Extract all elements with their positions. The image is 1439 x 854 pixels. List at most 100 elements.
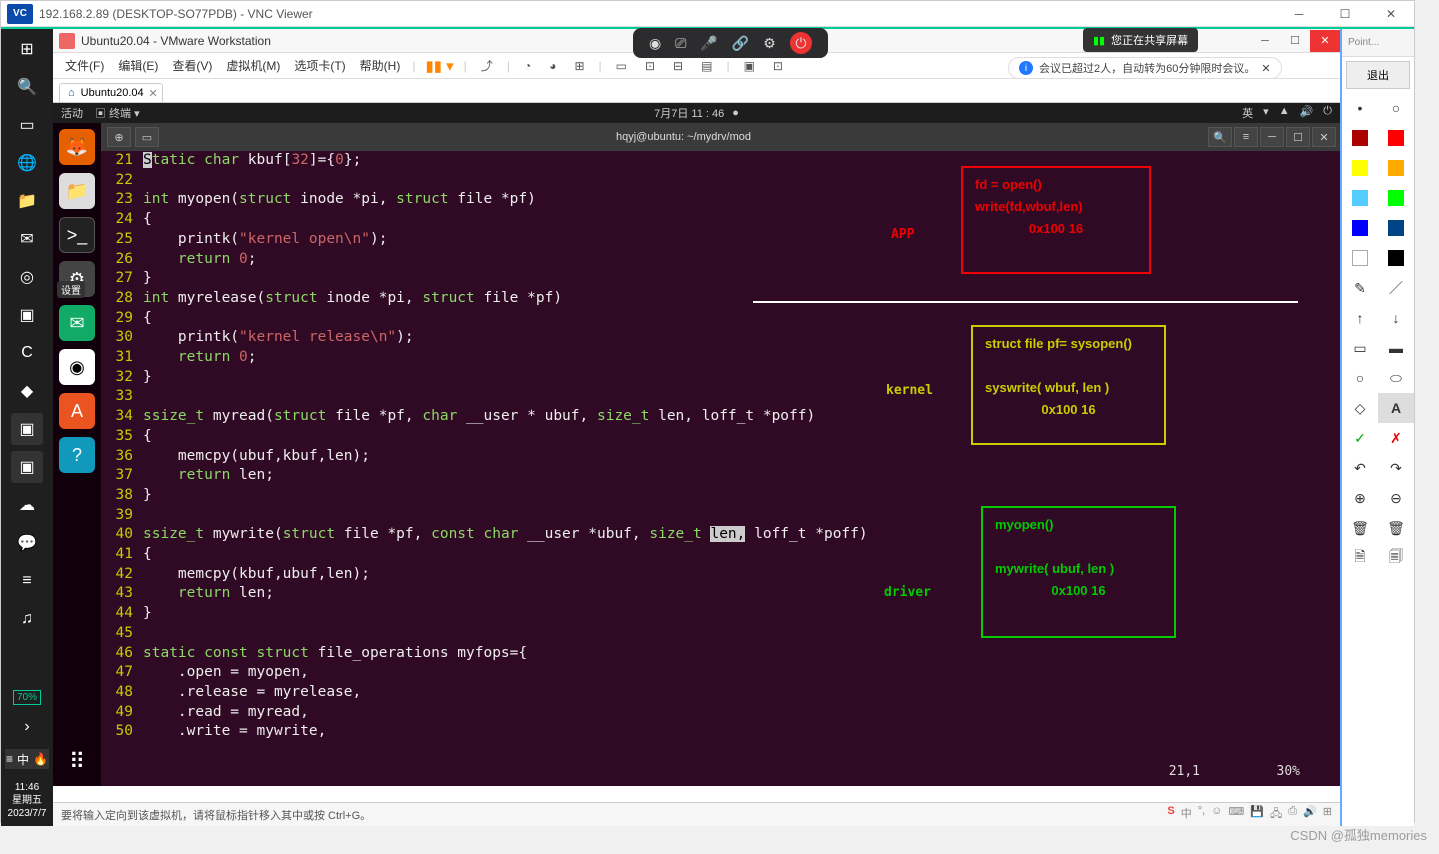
explorer-icon[interactable]: 📁 (11, 185, 43, 217)
menu-help[interactable]: 帮助(H) (358, 55, 403, 76)
oval-icon[interactable]: ○ (1342, 363, 1378, 393)
vmware-icon[interactable]: ▣ (11, 413, 43, 445)
firefox-icon[interactable]: 🦊 (59, 129, 95, 165)
arrow-dn-icon[interactable]: ↓ (1378, 303, 1414, 333)
mic-icon[interactable]: 🎤 (700, 35, 717, 52)
snapshot-mgr-icon[interactable]: ⊞ (570, 57, 588, 75)
trash-icon[interactable]: 🗑 (1342, 513, 1378, 543)
eraser-minus-icon[interactable]: ⊖ (1378, 483, 1414, 513)
ubuntu-clock[interactable]: 7月7日 11 : 46● (654, 105, 739, 121)
new-tab-icon[interactable]: ⊕ (107, 127, 131, 147)
vm-close-button[interactable]: ✕ (1310, 30, 1340, 52)
terminal-titlebar[interactable]: ⊕▭ hqyj@ubuntu: ~/mydrv/mod 🔍≡─☐✕ (101, 123, 1340, 151)
eraser-plus-icon[interactable]: ⊕ (1342, 483, 1378, 513)
color-red[interactable] (1378, 123, 1414, 153)
exit-button[interactable]: 退出 (1346, 61, 1410, 89)
page-icon[interactable]: 🗎 (1342, 543, 1378, 573)
help-icon[interactable]: ? (59, 437, 95, 473)
link-icon[interactable]: 🔗 (732, 35, 749, 52)
close-term-icon[interactable]: ✕ (1312, 127, 1336, 147)
hangup-icon[interactable]: ⏻ (790, 32, 812, 54)
color-cyn[interactable] (1342, 183, 1378, 213)
app2-icon[interactable]: ◆ (11, 375, 43, 407)
tool1-icon[interactable]: ▣ (740, 57, 759, 75)
menu-vm[interactable]: 虚拟机(M) (224, 55, 282, 76)
sound-icon[interactable]: 🔊 (1303, 805, 1317, 824)
smiley-icon[interactable]: ☺ (1211, 805, 1222, 824)
edge-icon[interactable]: 🌐 (11, 147, 43, 179)
vmware2-icon[interactable]: ▣ (11, 451, 43, 483)
max-term-icon[interactable]: ☐ (1286, 127, 1310, 147)
mail-dock-icon[interactable]: ✉ (59, 305, 95, 341)
volume-icon[interactable]: 🔊 (1300, 105, 1314, 121)
fit-icon[interactable]: ⊟ (669, 57, 687, 75)
sharing-indicator[interactable]: ▮▮您正在共享屏幕 (1083, 28, 1198, 52)
color-yel[interactable] (1342, 153, 1378, 183)
csdn-icon[interactable]: C (11, 337, 43, 369)
menu-edit[interactable]: 编辑(E) (116, 55, 160, 76)
software-icon[interactable]: A (59, 393, 95, 429)
menu-view[interactable]: 查看(V) (170, 55, 214, 76)
layout-icon[interactable]: ▤ (697, 57, 716, 75)
close-button[interactable]: ✕ (1368, 1, 1414, 27)
vnc-titlebar[interactable]: VC 192.168.2.89 (DESKTOP-SO77PDB) - VNC … (1, 1, 1414, 27)
pause-icon[interactable]: ▮▮ ▾ (425, 57, 453, 75)
fullscreen-icon[interactable]: ▭ (612, 57, 631, 75)
color-ora[interactable] (1378, 153, 1414, 183)
color-blk[interactable] (1378, 243, 1414, 273)
tool2-icon[interactable]: ⊡ (769, 57, 787, 75)
color-blu[interactable] (1342, 213, 1378, 243)
text-icon[interactable]: A (1378, 393, 1414, 423)
screen-icon[interactable]: ⎚ (675, 35, 686, 52)
terminal-app-label[interactable]: ▣ 终端 ▾ (95, 105, 140, 121)
music-icon[interactable]: ♫ (11, 603, 43, 635)
app-icon[interactable]: ▣ (11, 299, 43, 331)
wechat-icon[interactable]: 💬 (11, 527, 43, 559)
color-grn[interactable] (1378, 183, 1414, 213)
minimize-button[interactable]: ─ (1276, 1, 1322, 27)
apps-icon[interactable]: ⠿ (59, 744, 95, 780)
ime-icon[interactable]: S (1167, 805, 1174, 824)
menu-tabs[interactable]: 选项卡(T) (292, 55, 347, 76)
copy-icon[interactable]: 🗐 (1378, 543, 1414, 573)
cloud-icon[interactable]: ☁ (11, 489, 43, 521)
activities-button[interactable]: 活动 (61, 105, 83, 121)
search-icon[interactable]: 🔍 (11, 71, 43, 103)
gear-icon[interactable]: ⚙ (763, 35, 776, 52)
punct-icon[interactable]: °, (1198, 805, 1205, 824)
taskbar-clock[interactable]: 11:46星期五2023/7/7 (8, 781, 47, 820)
record-icon[interactable]: ◉ (649, 35, 661, 52)
meeting-toolbar[interactable]: ◉ ⎚ 🎤 🔗 ⚙ ⏻ (633, 28, 828, 58)
send-icon[interactable]: ⤴ (477, 55, 497, 76)
pencil-icon[interactable]: ✎ (1342, 273, 1378, 303)
expand-icon[interactable]: ⊞ (1323, 805, 1332, 824)
terminal-content[interactable]: 21Static char kbuf[32]={0}; 22 23int myo… (101, 151, 1340, 786)
meeting-notice[interactable]: i 会议已超过2人，自动转为60分钟限时会议。 ✕ (1008, 57, 1282, 79)
rect2-icon[interactable]: ▬ (1378, 333, 1414, 363)
close-notice-icon[interactable]: ✕ (1261, 62, 1270, 75)
ime-indicator[interactable]: 英 (1242, 105, 1253, 121)
start-icon[interactable]: ⊞ (11, 33, 43, 65)
unity-icon[interactable]: ⊡ (641, 57, 659, 75)
taskview-icon[interactable]: ▭ (11, 109, 43, 141)
net-icon[interactable]: 🖧 (1270, 805, 1282, 824)
dot-icon[interactable]: • (1342, 93, 1378, 123)
maximize-button[interactable]: ☐ (1322, 1, 1368, 27)
disk-icon[interactable]: 💾 (1250, 805, 1264, 824)
mail-icon[interactable]: ✉ (11, 223, 43, 255)
check-icon[interactable]: ✓ (1342, 423, 1378, 453)
terminal-icon[interactable]: >_ (59, 217, 95, 253)
color-dbl[interactable] (1378, 213, 1414, 243)
arrow-up-icon[interactable]: ↑ (1342, 303, 1378, 333)
diamond-icon[interactable]: ◇ (1342, 393, 1378, 423)
tab-close-icon[interactable]: ✕ (148, 87, 157, 100)
rhythmbox-icon[interactable]: ◉ (59, 349, 95, 385)
tab-button[interactable]: ▭ (135, 127, 159, 147)
search-term-icon[interactable]: 🔍 (1208, 127, 1232, 147)
vm-max-button[interactable]: ☐ (1280, 30, 1310, 52)
chrome-icon[interactable]: ◎ (11, 261, 43, 293)
network-icon[interactable]: ▲ (1279, 105, 1290, 121)
power-icon[interactable]: ⏻ (1323, 105, 1332, 121)
vm-min-button[interactable]: ─ (1250, 30, 1280, 52)
ellipse-icon[interactable]: ⬭ (1378, 363, 1414, 393)
